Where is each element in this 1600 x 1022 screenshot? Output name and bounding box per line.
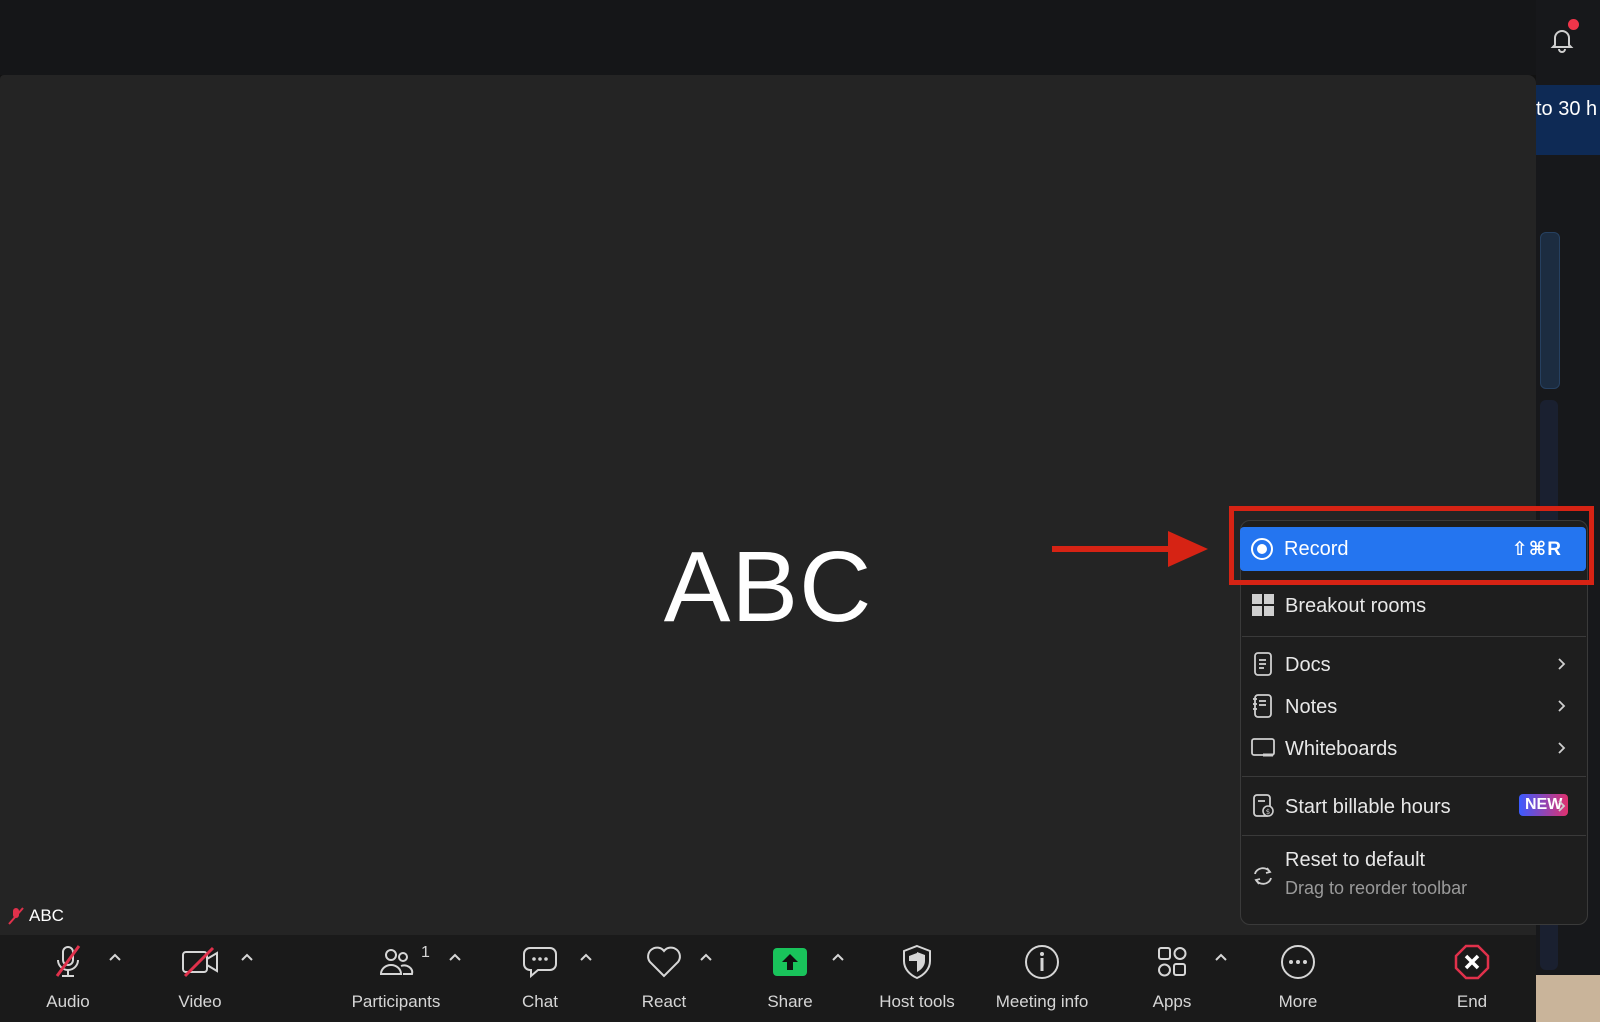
menu-divider: [1242, 636, 1586, 637]
video-off-icon: [176, 942, 224, 982]
shield-icon: [893, 942, 941, 982]
menu-item-notes[interactable]: Notes: [1241, 686, 1587, 726]
apps-options-chevron-up-icon[interactable]: [1213, 949, 1229, 965]
reset-sublabel: Drag to reorder toolbar: [1285, 878, 1468, 898]
share-options-chevron-up-icon[interactable]: [830, 949, 846, 965]
participants-options-chevron-up-icon[interactable]: [447, 949, 463, 965]
more-dots-icon: [1274, 942, 1322, 982]
reset-refresh-icon: [1254, 867, 1272, 885]
chevron-right-icon: [1558, 658, 1566, 670]
chat-options-chevron-up-icon[interactable]: [578, 949, 594, 965]
chevron-right-icon: [1558, 800, 1566, 812]
participants-icon: [372, 942, 420, 982]
notes-icon: [1253, 694, 1272, 718]
annotation-highlight-box: [1229, 506, 1594, 585]
menu-item-breakout-rooms[interactable]: Breakout rooms: [1241, 583, 1587, 627]
menu-item-reset-to-default[interactable]: Reset to default Drag to reorder toolbar: [1241, 841, 1587, 911]
muted-mic-icon: [8, 907, 24, 925]
share-button[interactable]: Share: [760, 935, 820, 1022]
end-label: End: [1456, 992, 1488, 1011]
participants-label: Participants: [351, 992, 441, 1011]
banner-text: to 30 h: [1536, 98, 1598, 120]
billable-hours-label: Start billable hours NEW: [1285, 794, 1569, 819]
docs-label: Docs: [1285, 654, 1331, 676]
video-button[interactable]: Video: [170, 935, 230, 1022]
whiteboards-label: Whiteboards: [1285, 738, 1398, 760]
meeting-toolbar: Audio Video Participants 1 Chat React Sh…: [0, 935, 1536, 1022]
more-button[interactable]: More: [1268, 935, 1328, 1022]
end-meeting-button[interactable]: End: [1442, 935, 1502, 1022]
video-label: Video: [178, 992, 222, 1011]
svg-text:$: $: [1266, 808, 1270, 816]
muted-mic-icon: [44, 942, 92, 982]
end-call-icon: [1448, 942, 1496, 982]
video-options-chevron-up-icon[interactable]: [239, 949, 255, 965]
breakout-rooms-label: Breakout rooms: [1285, 595, 1427, 617]
audio-options-chevron-up-icon[interactable]: [107, 949, 123, 965]
reset-label: Reset to default: [1285, 849, 1426, 871]
more-label: More: [1278, 992, 1318, 1011]
billable-hours-icon: $: [1253, 794, 1274, 817]
tile-name: ABC: [29, 906, 64, 925]
info-icon: [1018, 942, 1066, 982]
share-screen-icon: [766, 942, 814, 982]
meeting-info-label: Meeting info: [995, 992, 1089, 1011]
chat-label: Chat: [522, 992, 558, 1011]
participants-count-badge: 1: [421, 944, 430, 961]
share-label: Share: [767, 992, 813, 1011]
react-options-chevron-up-icon[interactable]: [698, 949, 714, 965]
participant-tile-label: ABC: [6, 906, 64, 926]
menu-item-docs[interactable]: Docs: [1241, 644, 1587, 684]
notification-dot: [1568, 19, 1579, 30]
audio-button[interactable]: Audio: [38, 935, 98, 1022]
menu-item-start-billable-hours[interactable]: $ Start billable hours NEW: [1241, 784, 1587, 828]
billable-hours-text: Start billable hours: [1285, 796, 1451, 818]
apps-button[interactable]: Apps: [1142, 935, 1202, 1022]
window-top-bar: [0, 0, 1536, 75]
heart-icon: [640, 942, 688, 982]
chat-icon: [516, 942, 564, 982]
whiteboard-icon: [1251, 738, 1275, 757]
side-panel-card: [1540, 232, 1560, 389]
react-label: React: [641, 992, 687, 1011]
host-tools-label: Host tools: [879, 992, 955, 1011]
menu-item-whiteboards[interactable]: Whiteboards: [1241, 728, 1587, 768]
notice-banner[interactable]: to 30 h: [1536, 85, 1600, 155]
menu-divider: [1242, 835, 1586, 836]
audio-label: Audio: [46, 992, 90, 1011]
breakout-rooms-grid-icon: [1252, 594, 1274, 616]
chevron-right-icon: [1558, 700, 1566, 712]
participants-button[interactable]: Participants: [341, 935, 451, 1022]
chevron-right-icon: [1558, 742, 1566, 754]
apps-icon: [1148, 942, 1196, 982]
host-tools-button[interactable]: Host tools: [870, 935, 964, 1022]
react-button[interactable]: React: [634, 935, 694, 1022]
docs-icon: [1254, 652, 1272, 676]
menu-divider: [1242, 776, 1586, 777]
apps-label: Apps: [1152, 992, 1192, 1011]
annotation-arrow-icon: [1052, 531, 1208, 567]
meeting-info-button[interactable]: Meeting info: [988, 935, 1096, 1022]
desktop-background: [1536, 975, 1600, 1022]
notes-label: Notes: [1285, 696, 1338, 718]
chat-button[interactable]: Chat: [510, 935, 570, 1022]
